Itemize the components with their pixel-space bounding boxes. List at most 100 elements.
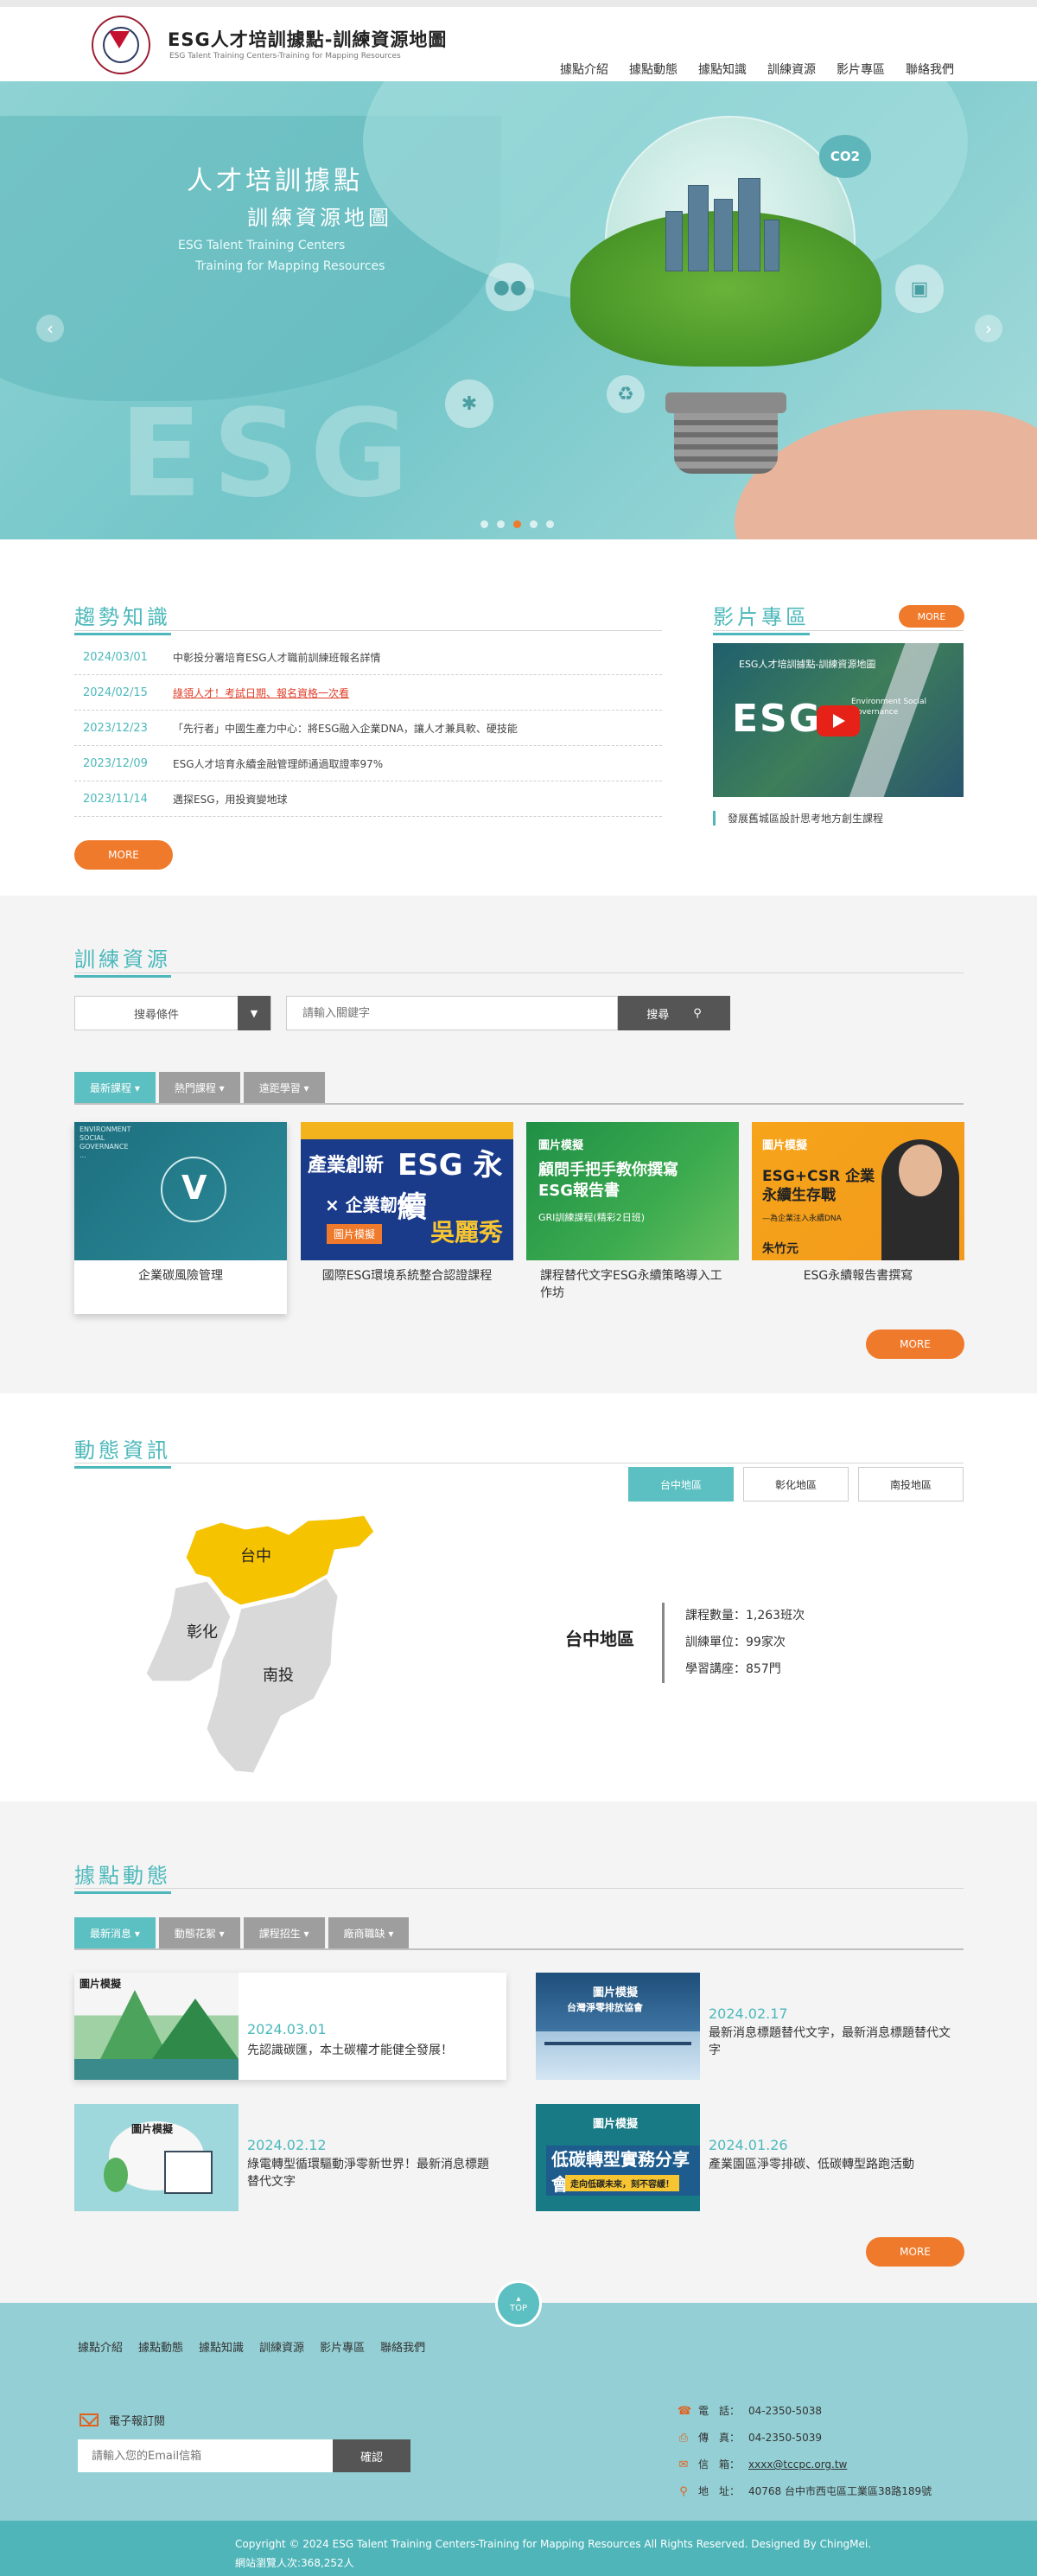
- tab-latest-news[interactable]: 最新消息 ▾: [74, 1917, 156, 1948]
- training-more-button[interactable]: MORE: [866, 1329, 964, 1359]
- tab-remote-learning[interactable]: 遠距學習 ▾: [243, 1072, 325, 1103]
- newsletter-email-input[interactable]: [78, 2439, 333, 2472]
- banner-dot[interactable]: [513, 520, 521, 528]
- list-item[interactable]: 2024/03/01 中彰投分署培育ESG人才職前訓練班報名詳情: [74, 640, 662, 675]
- footer-link-resources[interactable]: 訓練資源: [259, 2338, 304, 2355]
- tab-enrollment[interactable]: 課程招生 ▾: [243, 1917, 325, 1948]
- course-title[interactable]: 課程替代文字ESG永續策略導入工作坊: [526, 1267, 739, 1302]
- course-title[interactable]: ESG永續報告書撰寫: [752, 1267, 964, 1285]
- footer-link-contact[interactable]: 聯絡我們: [380, 2338, 425, 2355]
- video-more-button[interactable]: MORE: [899, 605, 964, 628]
- footer-link-dynamics[interactable]: 據點動態: [138, 2338, 183, 2355]
- hand-illustration: [735, 410, 1037, 539]
- bulb-neck: [665, 392, 786, 413]
- footer-link-intro[interactable]: 據點介紹: [78, 2338, 123, 2355]
- course-image-text: ENVIRONMENT SOCIAL GOVERNANCE ...: [80, 1125, 131, 1159]
- banner-next-button[interactable]: ›: [975, 315, 1002, 342]
- course-image: 圖片模擬 顧問手把手教你撰寫ESG報告書 GRI訓練課程(精彩2日班): [526, 1122, 739, 1260]
- news-title[interactable]: 最新消息標題替代文字，最新消息標題替代文字: [709, 2024, 959, 2059]
- banner-title-line2: 訓練資源地圖: [247, 206, 392, 230]
- news-card[interactable]: 圖片模擬 2024.02.12 綠電轉型循環驅動淨零新世界！最新消息標題替代文字: [74, 2104, 506, 2211]
- city-illustration: [657, 176, 786, 271]
- tab-job-openings[interactable]: 廠商職缺 ▾: [328, 1917, 410, 1948]
- nav-item-knowledge[interactable]: 據點知識: [698, 61, 747, 84]
- news-date: 2024/02/15: [83, 685, 148, 699]
- course-card[interactable]: 圖片模擬 顧問手把手教你撰寫ESG報告書 GRI訓練課程(精彩2日班) 課程替代…: [526, 1122, 739, 1314]
- base-news-more-button[interactable]: MORE: [866, 2237, 964, 2267]
- chevron-down-icon: ▼: [238, 996, 270, 1030]
- video-thumb-side: Environment Social Governance: [851, 698, 927, 717]
- contact-email-link[interactable]: xxxx@tccpc.org.tw: [748, 2452, 847, 2478]
- footer-nav: 據點介紹 據點動態 據點知識 訓練資源 影片專區 聯絡我們: [78, 2338, 425, 2355]
- nav-item-contact[interactable]: 聯絡我們: [906, 61, 954, 84]
- course-image: 圖片模擬 ESG+CSR 企業永續生存戰 —為企業注入永續DNA 朱竹元: [752, 1122, 964, 1260]
- nav-item-videos[interactable]: 影片專區: [837, 61, 885, 84]
- news-image-text: 台灣淨零排放協會: [567, 2002, 643, 2013]
- main-nav: 據點介紹 據點動態 據點知識 訓練資源 影片專區 聯絡我們: [560, 61, 954, 84]
- tab-popular-courses[interactable]: 熱門課程 ▾: [158, 1072, 240, 1103]
- search-input[interactable]: [286, 996, 618, 1030]
- video-thumbnail[interactable]: ESG人才培訓據點-訓練資源地圖 ESG Environment Social …: [713, 643, 964, 797]
- banner-dot[interactable]: [480, 520, 488, 528]
- list-item[interactable]: 2024/02/15 綠領人才！考試日期、報名資格一次看: [74, 675, 662, 711]
- nav-item-resources[interactable]: 訓練資源: [767, 61, 816, 84]
- banner-dot[interactable]: [497, 520, 505, 528]
- news-card[interactable]: 圖片模擬 低碳轉型實務分享會 走向低碳未來，刻不容緩！ 2024.01.26 產…: [536, 2104, 968, 2211]
- banner-title-line1: 人才培訓據點: [187, 166, 363, 196]
- site-subtitle: ESG Talent Training Centers-Training for…: [169, 52, 401, 61]
- course-image-stripe: [301, 1122, 513, 1139]
- site-logo[interactable]: [93, 17, 149, 73]
- tab-highlights[interactable]: 動態花絮 ▾: [158, 1917, 240, 1948]
- filter-select[interactable]: 搜尋條件 ▼: [74, 996, 271, 1030]
- region-button-changhua[interactable]: 彰化地區: [743, 1467, 849, 1502]
- list-item[interactable]: 2023/12/23 「先行者」中國生產力中心：將ESG融入企業DNA，讓人才兼…: [74, 711, 662, 746]
- news-title[interactable]: ESG人才培育永續金融管理師通過取證率97%: [173, 756, 383, 771]
- news-title[interactable]: 綠電轉型循環驅動淨零新世界！最新消息標題替代文字: [247, 2156, 498, 2190]
- course-card[interactable]: 產業創新 ESG 永續 × 企業韌性 圖片模擬 吳麗秀 國際ESG環境系統整合認…: [301, 1122, 513, 1314]
- banner-dot[interactable]: [546, 520, 554, 528]
- news-title[interactable]: 中彰投分署培育ESG人才職前訓練班報名詳情: [173, 650, 381, 665]
- region-button-nantou[interactable]: 南投地區: [858, 1467, 964, 1502]
- news-card[interactable]: 圖片模擬 2024.03.01 先認識碳匯，本土碳權才能健全發展！: [74, 1973, 506, 2080]
- news-image: 圖片模擬 台灣淨零排放協會: [536, 1973, 700, 2080]
- tab-latest-courses[interactable]: 最新課程 ▾: [74, 1072, 156, 1103]
- list-item[interactable]: 2023/11/14 邁探ESG，用投資變地球: [74, 781, 662, 817]
- course-title[interactable]: 國際ESG環境系統整合認證課程: [301, 1267, 513, 1285]
- list-item[interactable]: 2023/12/09 ESG人才培育永續金融管理師通過取證率97%: [74, 746, 662, 781]
- fax-icon: ⎙: [678, 2432, 689, 2445]
- course-title[interactable]: 企業碳風險管理: [74, 1267, 287, 1285]
- region-button-taichung[interactable]: 台中地區: [628, 1467, 734, 1502]
- news-title[interactable]: 「先行者」中國生產力中心：將ESG融入企業DNA，讓人才兼具軟、硬技能: [173, 721, 518, 736]
- news-date: 2024.01.26: [709, 2137, 788, 2153]
- search-button[interactable]: 搜尋 ⚲: [618, 996, 730, 1030]
- search-icon: ⚲: [693, 1006, 702, 1020]
- course-card[interactable]: ENVIRONMENT SOCIAL GOVERNANCE ... 企業碳風險管…: [74, 1122, 287, 1314]
- vocational-emblem: [161, 1157, 226, 1222]
- wind-turbine-icon: ✱: [445, 379, 493, 428]
- location-pin-icon: ⚲: [679, 2485, 688, 2498]
- news-date: 2023/12/09: [83, 756, 148, 770]
- banner-prev-button[interactable]: ‹: [36, 315, 64, 342]
- news-title[interactable]: 綠領人才！考試日期、報名資格一次看: [173, 685, 349, 700]
- news-title[interactable]: 邁探ESG，用投資變地球: [173, 792, 288, 807]
- site-title[interactable]: ESG人才培訓據點-訓練資源地圖: [168, 26, 447, 52]
- course-card[interactable]: 圖片模擬 ESG+CSR 企業永續生存戰 —為企業注入永續DNA 朱竹元 ESG…: [752, 1122, 964, 1314]
- back-to-top-button[interactable]: ▴ TOP: [495, 2280, 542, 2327]
- news-image-tag: 圖片模擬: [80, 1978, 122, 1990]
- footer-link-knowledge[interactable]: 據點知識: [199, 2338, 244, 2355]
- news-card[interactable]: 圖片模擬 台灣淨零排放協會 2024.02.17 最新消息標題替代文字，最新消息…: [536, 1973, 968, 2080]
- video-caption[interactable]: 發展舊城區設計思考地方創生課程: [713, 811, 883, 826]
- map-label-taichung: 台中: [240, 1547, 271, 1565]
- footer-link-videos[interactable]: 影片專區: [320, 2338, 365, 2355]
- play-icon[interactable]: [817, 705, 860, 736]
- newsletter-submit-button[interactable]: 確認: [333, 2439, 410, 2472]
- nav-item-intro[interactable]: 據點介紹: [560, 61, 608, 84]
- base-news-divider: [74, 1888, 964, 1889]
- news-image: 圖片模擬: [74, 2104, 239, 2211]
- news-title[interactable]: 先認識碳匯，本土碳權才能健全發展！: [247, 2042, 498, 2059]
- contact-info: ☎ 電 話： 04-2350-5038 ⎙ 傳 真： 04-2350-5039 ✉ …: [678, 2398, 932, 2505]
- news-title[interactable]: 產業園區淨零排碳、低碳轉型路跑活動: [709, 2156, 959, 2173]
- nav-item-dynamics[interactable]: 據點動態: [629, 61, 678, 84]
- trend-more-button[interactable]: MORE: [74, 840, 173, 870]
- banner-dot[interactable]: [530, 520, 538, 528]
